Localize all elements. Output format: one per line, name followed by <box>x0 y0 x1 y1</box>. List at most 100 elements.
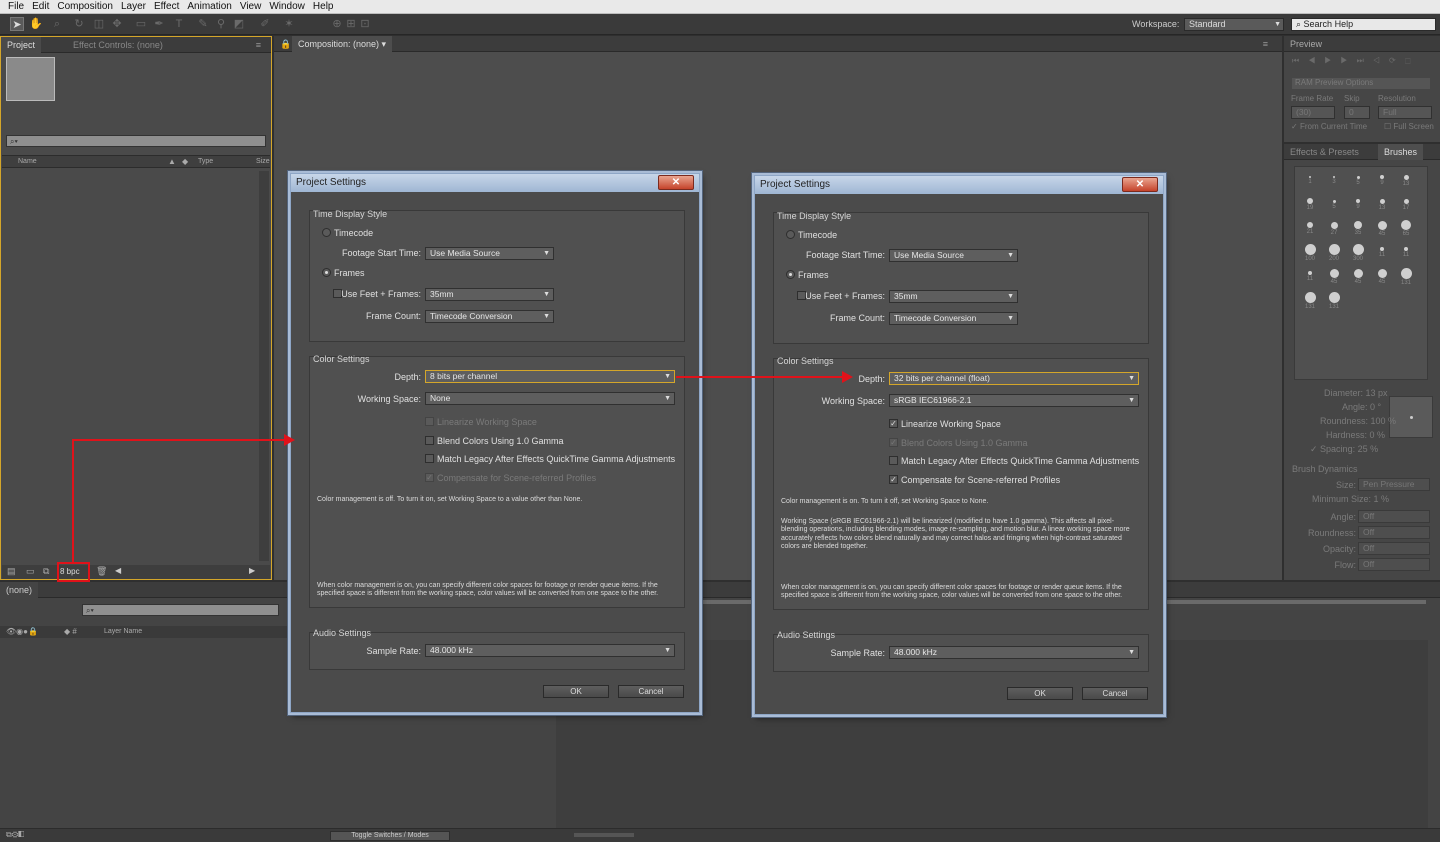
brush-tip[interactable]: 5 <box>1323 195 1345 217</box>
scroll-right-icon[interactable]: ▶ <box>249 566 255 575</box>
feet-select[interactable]: 35mm ▼ <box>889 290 1018 303</box>
frame-rate-select[interactable]: (30) <box>1291 106 1335 119</box>
frame-count-select[interactable]: Timecode Conversion ▼ <box>889 312 1018 325</box>
brush-tip[interactable]: 13 <box>1395 171 1417 193</box>
menu-animation[interactable]: Animation <box>183 1 235 12</box>
clone-stamp-tool-icon[interactable]: ⚲ <box>214 17 228 31</box>
zoom-slider[interactable] <box>574 833 634 837</box>
full-screen-checkbox[interactable]: ☐ Full Screen <box>1384 122 1434 131</box>
text-tool-icon[interactable]: T <box>172 17 186 31</box>
interpret-footage-icon[interactable]: ▤ <box>7 566 16 577</box>
new-folder-icon[interactable]: ▭ <box>26 566 35 577</box>
brush-tip[interactable]: 9 <box>1371 171 1393 193</box>
brush-tip[interactable]: 21 <box>1299 219 1321 241</box>
project-scrollbar[interactable] <box>259 171 269 561</box>
frame-count-select[interactable]: Timecode Conversion ▼ <box>425 310 554 323</box>
ok-button[interactable]: OK <box>1007 687 1073 700</box>
roto-brush-tool-icon[interactable]: ✐ <box>258 17 272 31</box>
tab-composition[interactable]: Composition: (none) ▾ <box>292 36 393 52</box>
panel-menu-icon[interactable]: ≡ <box>1263 36 1268 52</box>
dyn-size-select[interactable]: Pen Pressure <box>1358 478 1430 491</box>
brush-tool-icon[interactable]: ✎ <box>196 17 210 31</box>
hand-tool-icon[interactable]: ✋ <box>29 17 43 31</box>
spacing-label[interactable]: ✓ Spacing: 25 % <box>1310 444 1378 455</box>
dyn-opacity-select[interactable]: Off <box>1358 542 1430 555</box>
footage-start-select[interactable]: Use Media Source ▼ <box>425 247 554 260</box>
brush-tip[interactable]: 9 <box>1347 195 1369 217</box>
brush-tip[interactable]: 300 <box>1347 243 1369 265</box>
tab-effects-presets[interactable]: Effects & Presets <box>1284 144 1365 160</box>
brush-tip[interactable]: 19 <box>1299 195 1321 217</box>
workspace-select[interactable]: Standard ▼ <box>1184 18 1284 31</box>
skip-select[interactable]: 0 <box>1344 106 1370 119</box>
menu-window[interactable]: Window <box>265 1 309 12</box>
scroll-left-icon[interactable]: ◀ <box>115 566 121 575</box>
dyn-roundness-select[interactable]: Off <box>1358 526 1430 539</box>
match-legacy-checkbox[interactable] <box>889 456 898 465</box>
search-help-input[interactable]: ⌕ Search Help <box>1291 18 1436 31</box>
world-axis-icon[interactable]: ⊞ <box>344 17 358 31</box>
angle-label[interactable]: Angle: 0 ° <box>1342 402 1381 412</box>
dyn-flow-select[interactable]: Off <box>1358 558 1430 571</box>
timecode-radio[interactable] <box>786 230 795 239</box>
brush-tip[interactable]: 27 <box>1323 219 1345 241</box>
dyn-angle-select[interactable]: Off <box>1358 510 1430 523</box>
brush-tip[interactable]: 45 <box>1323 267 1345 289</box>
brush-tip[interactable]: 3 <box>1323 171 1345 193</box>
brush-tip[interactable]: 131 <box>1395 267 1417 289</box>
menu-composition[interactable]: Composition <box>53 1 117 12</box>
col-name[interactable]: Name <box>18 158 37 165</box>
resolution-select[interactable]: Full <box>1378 106 1432 119</box>
brush-tip[interactable]: 1 <box>1299 171 1321 193</box>
blend-gamma-checkbox[interactable]: ✓ <box>889 438 898 447</box>
min-size-label[interactable]: Minimum Size: 1 % <box>1312 494 1389 504</box>
playback-controls[interactable]: ⏮◀▶▶⏭◁⟳⬚ <box>1292 56 1420 66</box>
working-space-select[interactable]: sRGB IEC61966-2.1 ▼ <box>889 394 1139 407</box>
from-current-time-checkbox[interactable]: ✓ From Current Time <box>1291 122 1367 131</box>
brush-tip[interactable]: 45 <box>1371 219 1393 241</box>
menu-view[interactable]: View <box>236 1 266 12</box>
depth-select[interactable]: 8 bits per channel ▼ <box>425 370 675 383</box>
brush-tip[interactable]: 131 <box>1323 291 1345 313</box>
linearize-checkbox[interactable]: ✓ <box>889 419 898 428</box>
blend-gamma-checkbox[interactable] <box>425 436 434 445</box>
trash-icon[interactable]: 🗑 <box>96 566 107 577</box>
brush-tip[interactable]: 17 <box>1395 195 1417 217</box>
menu-effect[interactable]: Effect <box>150 1 183 12</box>
frames-radio[interactable] <box>322 268 331 277</box>
timeline-search-input[interactable]: ⌕▾ <box>82 604 279 616</box>
sample-rate-select[interactable]: 48.000 kHz ▼ <box>889 646 1139 659</box>
tab-project[interactable]: Project <box>1 37 42 53</box>
hardness-label[interactable]: Hardness: 0 % <box>1326 430 1385 440</box>
tab-timeline-none[interactable]: (none) <box>0 582 39 598</box>
pen-tool-icon[interactable]: ✒ <box>152 17 166 31</box>
selection-tool-icon[interactable]: ➤ <box>10 17 24 31</box>
compensate-checkbox[interactable]: ✓ <box>425 473 434 482</box>
frames-radio[interactable] <box>786 270 795 279</box>
brush-tip[interactable]: 131 <box>1299 291 1321 313</box>
brush-tip[interactable]: 5 <box>1347 171 1369 193</box>
menu-file[interactable]: File <box>4 1 28 12</box>
brush-tip-grid[interactable]: 1 3 5 9 13 19 5 9 13 17 21 27 35 45 65 100 200 300 11 11 11 4… <box>1294 166 1428 380</box>
close-icon[interactable]: ✕ <box>658 175 694 190</box>
axis-mode-icon[interactable]: ⊕ <box>330 17 344 31</box>
tab-preview[interactable]: Preview <box>1284 36 1440 52</box>
sample-rate-select[interactable]: 48.000 kHz ▼ <box>425 644 675 657</box>
depth-select[interactable]: 32 bits per channel (float) ▼ <box>889 372 1139 385</box>
col-type[interactable]: Type <box>198 158 213 165</box>
feet-select[interactable]: 35mm ▼ <box>425 288 554 301</box>
brush-tip[interactable]: 200 <box>1323 243 1345 265</box>
av-switches-icon[interactable]: 👁◉●🔒 <box>6 627 38 636</box>
tab-brushes[interactable]: Brushes <box>1378 144 1424 160</box>
brush-tip[interactable]: 45 <box>1371 267 1393 289</box>
camera-tool-icon[interactable]: ◫ <box>92 17 106 31</box>
working-space-select[interactable]: None ▼ <box>425 392 675 405</box>
menu-layer[interactable]: Layer <box>117 1 150 12</box>
brush-tip[interactable]: 13 <box>1371 195 1393 217</box>
view-axis-icon[interactable]: ⊡ <box>358 17 372 31</box>
puppet-tool-icon[interactable]: ✶ <box>282 17 296 31</box>
brush-tip[interactable]: 100 <box>1299 243 1321 265</box>
brush-tip[interactable]: 45 <box>1347 267 1369 289</box>
lock-icon[interactable]: 🔒 <box>280 36 291 52</box>
toggle-switches-modes-button[interactable]: Toggle Switches / Modes <box>330 831 450 841</box>
